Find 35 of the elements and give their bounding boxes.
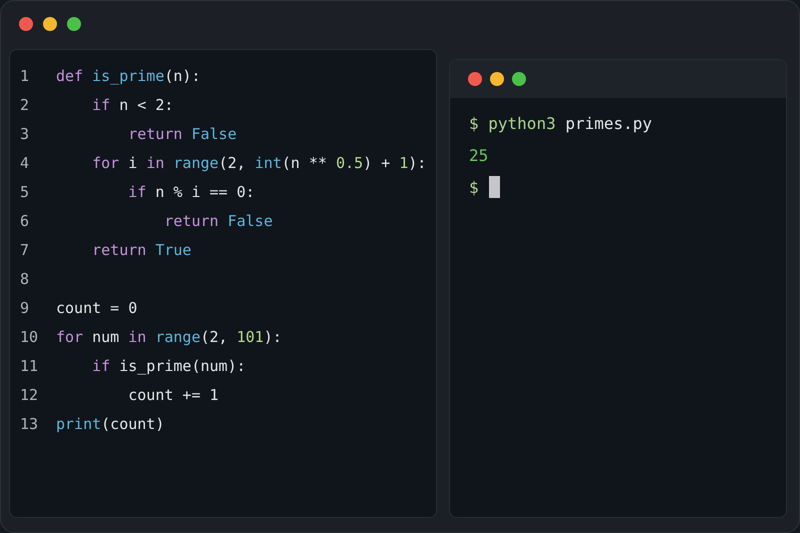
line-number: 9: [19, 298, 30, 316]
terminal-line: $ python3 primes.py: [469, 114, 652, 132]
line-number: 1: [19, 66, 30, 84]
terminal-line: 25: [469, 146, 488, 164]
close-button[interactable]: [468, 72, 482, 86]
line-number: 10: [19, 328, 40, 346]
minimize-button[interactable]: [490, 72, 504, 86]
code-line: return False: [127, 124, 237, 142]
zoom-button[interactable]: [67, 17, 81, 31]
line-number: 8: [19, 270, 30, 288]
code-line: for num in range(2, 101):: [56, 328, 282, 346]
code-line: print(count): [56, 414, 164, 432]
line-number: 4: [19, 154, 30, 172]
code-line: count = 0: [56, 298, 138, 316]
code-line: if n < 2:: [91, 96, 174, 114]
code-line: return False: [163, 212, 273, 230]
code-line: def is_prime(n):: [56, 66, 200, 84]
line-number: 6: [19, 212, 30, 230]
line-number: 13: [19, 414, 40, 432]
close-button[interactable]: [19, 17, 33, 31]
code-line: return True: [91, 240, 192, 258]
minimize-button[interactable]: [43, 17, 57, 31]
text-cursor: [488, 176, 500, 198]
line-number: 3: [19, 124, 30, 142]
zoom-button[interactable]: [512, 72, 526, 86]
code-line: count += 1: [127, 386, 219, 404]
terminal-line: $: [469, 178, 479, 196]
code-line: if n % i == 0:: [127, 182, 255, 200]
code-line: for i in range(2, int(n ** 0.5) + 1):: [91, 154, 426, 172]
line-number: 11: [19, 356, 40, 374]
line-number: 5: [19, 182, 30, 200]
line-number: 7: [19, 240, 30, 258]
line-number: 12: [19, 386, 40, 404]
code-line: if is_prime(num):: [91, 356, 246, 374]
line-number: 2: [19, 96, 30, 114]
